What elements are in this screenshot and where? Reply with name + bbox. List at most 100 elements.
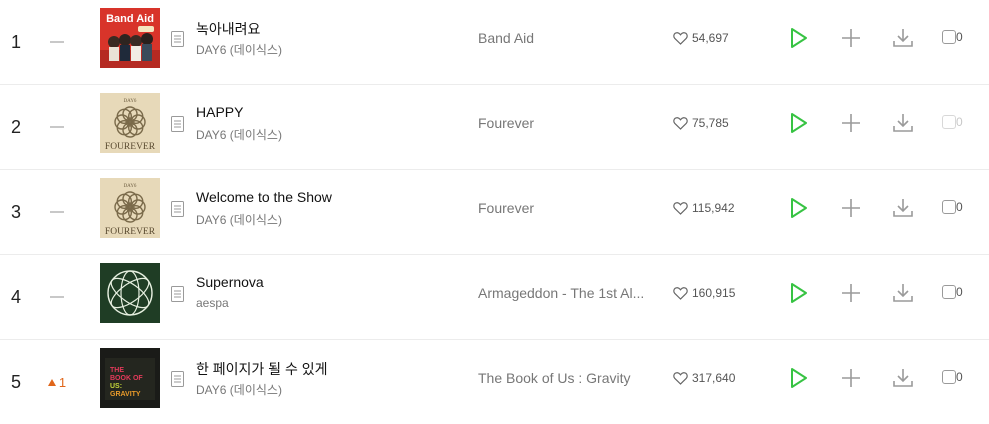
like-button[interactable]: 115,942: [673, 201, 735, 215]
rank-change-same: [42, 85, 72, 169]
chart-row[interactable]: 5 1 THE BOOK OF US: GRAVITY 한 페이지가 될 수 있…: [0, 340, 989, 424]
song-info-icon[interactable]: [171, 116, 184, 132]
album-cover[interactable]: THE BOOK OF US: GRAVITY: [100, 348, 160, 408]
album-cover-image: THE BOOK OF US: GRAVITY: [100, 348, 160, 408]
rank-change-value: 1: [58, 374, 67, 390]
rank-same-dash-icon: [50, 211, 64, 213]
cover-small-text: DAY6: [124, 184, 137, 189]
album-cover[interactable]: DAY6 FOUREVER: [100, 178, 160, 238]
song-info-icon[interactable]: [171, 201, 184, 217]
album-name[interactable]: Armageddon - The 1st Al...: [478, 285, 653, 301]
chart-row[interactable]: 2 DAY6 FOUREVER HAPPY DAY6 (데이식스) Fourev…: [0, 85, 989, 170]
heart-icon: [673, 116, 688, 130]
play-icon[interactable]: [786, 196, 810, 220]
add-to-playlist-icon[interactable]: [839, 366, 863, 390]
album-cover-image: [100, 263, 160, 323]
rank-change-same: [42, 255, 72, 339]
select-checkbox[interactable]: 0: [942, 285, 963, 299]
album-name[interactable]: Fourever: [478, 200, 653, 216]
song-title[interactable]: Welcome to the Show: [196, 189, 332, 205]
song-info-icon[interactable]: [171, 31, 184, 47]
rank-number: 4: [10, 286, 21, 307]
song-info-icon[interactable]: [171, 371, 184, 387]
play-icon[interactable]: [786, 366, 810, 390]
select-checkbox[interactable]: 0: [942, 370, 963, 384]
cover-text-2: BOOK OF: [110, 375, 143, 382]
rank-number: 5: [10, 371, 21, 392]
heart-icon: [673, 371, 688, 385]
play-icon[interactable]: [786, 111, 810, 135]
checkbox-box[interactable]: [942, 115, 956, 129]
song-title[interactable]: 녹아내려요: [196, 19, 260, 39]
album-cover[interactable]: DAY6 FOUREVER: [100, 93, 160, 153]
heart-icon: [673, 31, 688, 45]
album-name[interactable]: The Book of Us : Gravity: [478, 370, 653, 386]
cover-text-1: THE: [110, 367, 124, 374]
checkbox-count: 0: [956, 200, 963, 214]
add-to-playlist-icon[interactable]: [839, 111, 863, 135]
song-title[interactable]: 한 페이지가 될 수 있게: [196, 359, 327, 379]
rank-same-dash-icon: [50, 41, 64, 43]
album-cover-image: DAY6 FOUREVER: [100, 178, 160, 238]
rank-number: 1: [10, 31, 21, 52]
chart-row[interactable]: 1 Band Aid 녹아내려요 DAY6 (데이식스) Band Aid 54…: [0, 0, 989, 85]
cover-text-3: US:: [110, 383, 122, 390]
download-icon[interactable]: [891, 196, 915, 220]
album-cover[interactable]: [100, 263, 160, 323]
artist-name[interactable]: DAY6 (데이식스): [196, 41, 282, 58]
cover-text-4: GRAVITY: [110, 391, 141, 398]
rank-same-dash-icon: [50, 296, 64, 298]
like-count: 160,915: [692, 286, 736, 300]
select-checkbox[interactable]: 0: [942, 200, 963, 214]
song-info-icon[interactable]: [171, 286, 184, 302]
album-cover[interactable]: Band Aid: [100, 8, 160, 68]
like-button[interactable]: 75,785: [673, 116, 729, 130]
rank-up-icon: [47, 378, 56, 386]
checkbox-count: 0: [956, 370, 963, 384]
like-count: 54,697: [692, 31, 729, 45]
chart-row[interactable]: 3 DAY6 FOUREVER Welcome to the Show DAY6…: [0, 170, 989, 255]
play-icon[interactable]: [786, 281, 810, 305]
artist-name[interactable]: DAY6 (데이식스): [196, 126, 282, 143]
play-icon[interactable]: [786, 26, 810, 50]
rank-number: 3: [10, 201, 21, 222]
album-name[interactable]: Band Aid: [478, 30, 653, 46]
heart-icon: [673, 201, 688, 215]
song-title[interactable]: HAPPY: [196, 104, 243, 120]
select-checkbox[interactable]: 0: [942, 30, 963, 44]
checkbox-count: 0: [956, 115, 963, 129]
checkbox-count: 0: [956, 30, 963, 44]
cover-text: FOUREVER: [105, 142, 156, 152]
chart-list: 1 Band Aid 녹아내려요 DAY6 (데이식스) Band Aid 54…: [0, 0, 989, 424]
chart-row[interactable]: 4 Supernova aespa Armageddon - The 1st A…: [0, 255, 989, 340]
rank-change-same: [42, 0, 72, 84]
download-icon[interactable]: [891, 366, 915, 390]
download-icon[interactable]: [891, 26, 915, 50]
song-title[interactable]: Supernova: [196, 274, 264, 290]
cover-text: Band Aid: [106, 13, 154, 25]
checkbox-box[interactable]: [942, 30, 956, 44]
artist-name[interactable]: aespa: [196, 296, 229, 310]
add-to-playlist-icon[interactable]: [839, 196, 863, 220]
artist-name[interactable]: DAY6 (데이식스): [196, 381, 282, 398]
checkbox-box[interactable]: [942, 370, 956, 384]
album-name[interactable]: Fourever: [478, 115, 653, 131]
like-button[interactable]: 54,697: [673, 31, 729, 45]
add-to-playlist-icon[interactable]: [839, 281, 863, 305]
select-checkbox[interactable]: 0: [942, 115, 963, 129]
like-count: 115,942: [692, 201, 735, 215]
album-cover-image: Band Aid: [100, 8, 160, 68]
rank-number: 2: [10, 116, 21, 137]
download-icon[interactable]: [891, 281, 915, 305]
checkbox-box[interactable]: [942, 200, 956, 214]
rank-same-dash-icon: [50, 126, 64, 128]
add-to-playlist-icon[interactable]: [839, 26, 863, 50]
checkbox-box[interactable]: [942, 285, 956, 299]
cover-small-text: DAY6: [124, 99, 137, 104]
rank-change-up: 1: [42, 340, 72, 424]
artist-name[interactable]: DAY6 (데이식스): [196, 211, 282, 228]
download-icon[interactable]: [891, 111, 915, 135]
like-button[interactable]: 160,915: [673, 286, 735, 300]
checkbox-count: 0: [956, 285, 963, 299]
like-button[interactable]: 317,640: [673, 371, 735, 385]
